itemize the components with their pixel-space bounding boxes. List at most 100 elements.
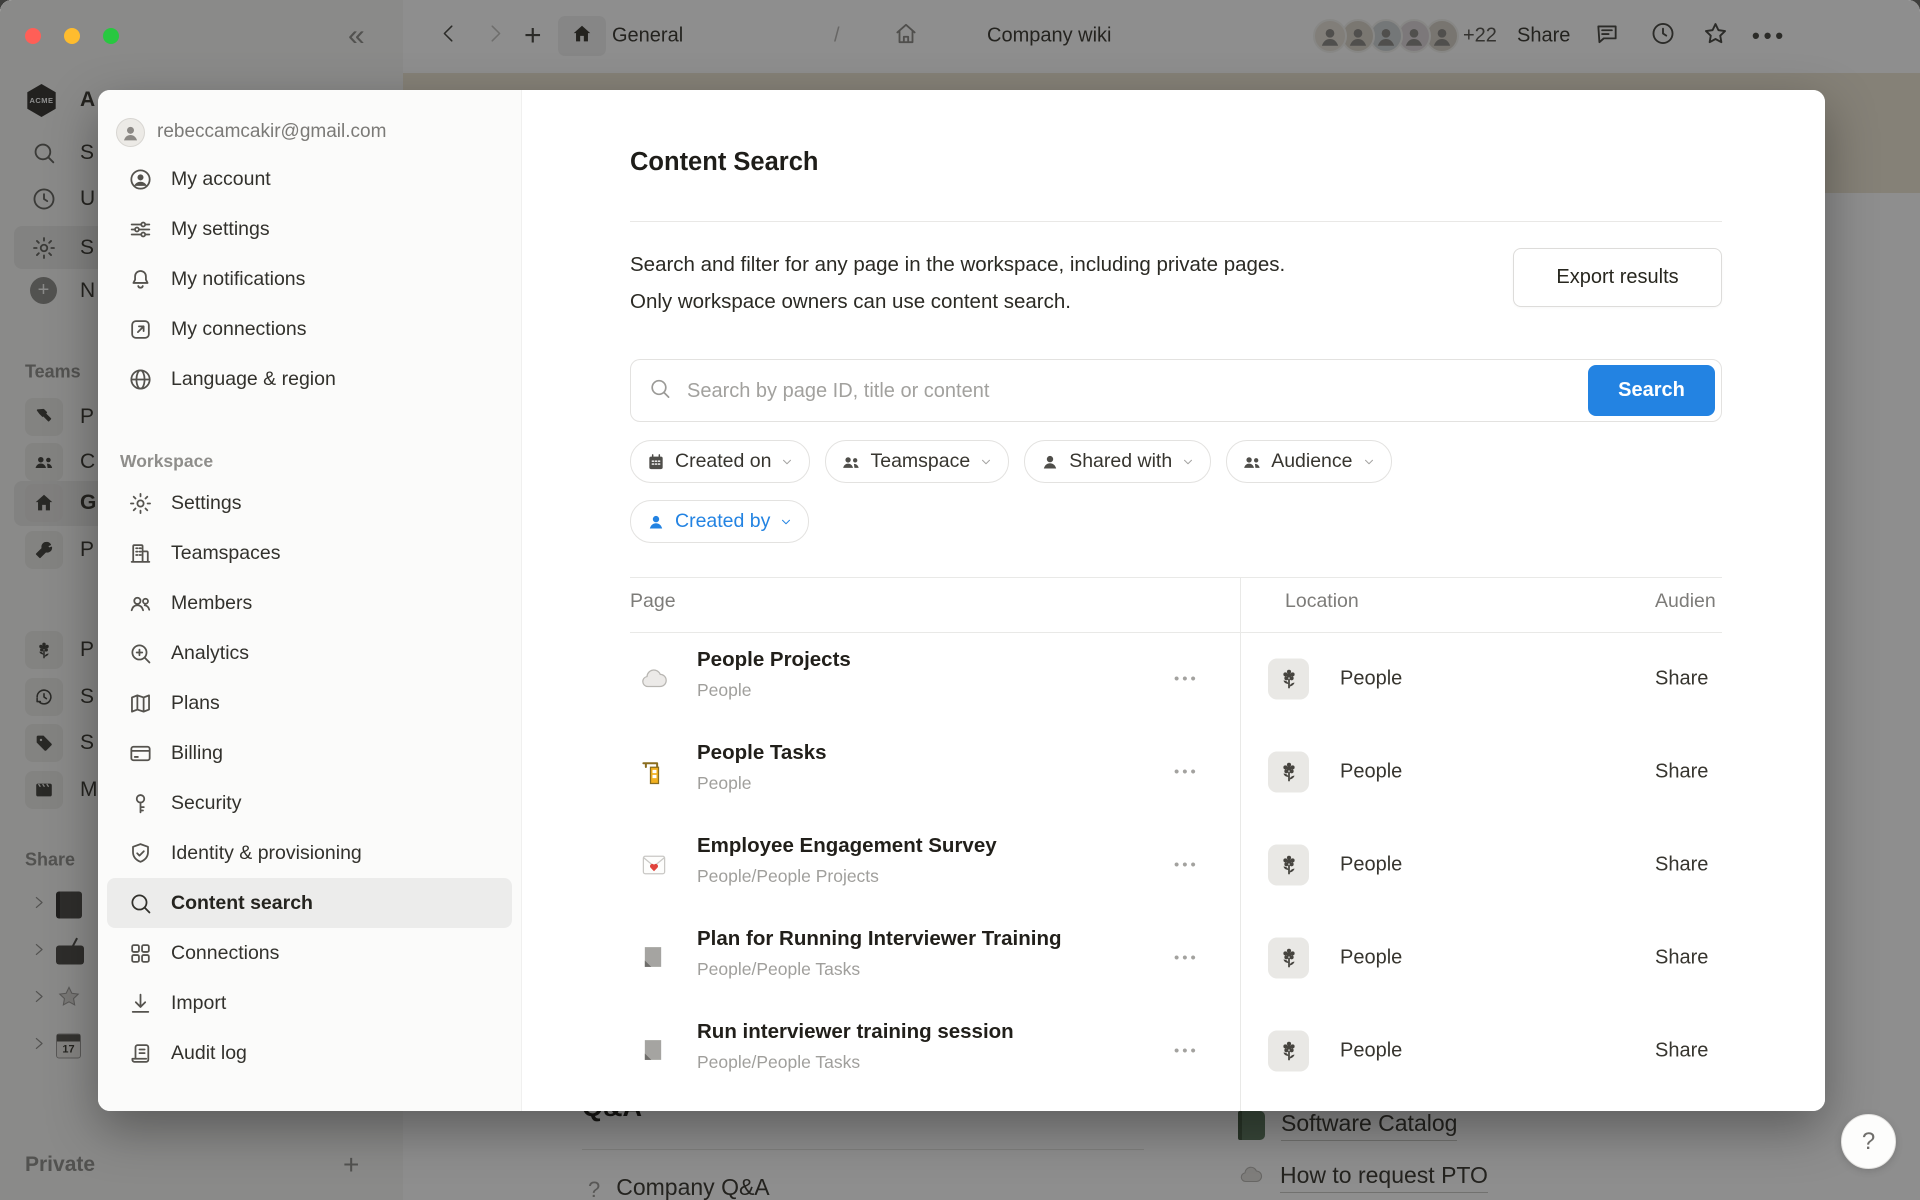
nav-item-teamspaces[interactable]: Teamspaces (98, 528, 521, 578)
content-search-panel: Content Search Search and filter for any… (522, 90, 1825, 1111)
table-row[interactable]: Employee Engagement Survey People/People… (522, 818, 1825, 911)
user-circle-icon (128, 167, 153, 192)
people-icon (841, 452, 861, 472)
filter-shared-with[interactable]: Shared with (1024, 440, 1211, 483)
settings-modal: rebeccamcakir@gmail.com My account My se… (98, 90, 1825, 1111)
nav-item-security[interactable]: Security (98, 778, 521, 828)
nav-item-label: Plans (171, 692, 220, 715)
search-icon (648, 376, 672, 405)
nav-item-import[interactable]: Import (98, 978, 521, 1028)
row-menu-icon[interactable]: ••• (1174, 670, 1199, 687)
nav-item-settings[interactable]: Settings (98, 478, 521, 528)
account-email: rebeccamcakir@gmail.com (157, 121, 386, 143)
love-letter-emoji-icon (639, 850, 669, 880)
minimize-window-button[interactable] (64, 28, 80, 44)
search-input[interactable] (685, 360, 1549, 423)
filter-chips: Created on Teamspace Shared with Audienc… (630, 440, 1392, 483)
table-row[interactable]: Run interviewer training session People/… (522, 1004, 1825, 1097)
nav-item-label: My connections (171, 318, 306, 341)
search-button[interactable]: Search (1588, 365, 1715, 416)
nav-item-label: Settings (171, 492, 241, 515)
nav-item-label: Billing (171, 742, 223, 765)
row-audience: Share (1655, 1039, 1708, 1062)
shield-check-icon (128, 841, 153, 866)
nav-item-label: Connections (171, 942, 279, 965)
nav-item-analytics[interactable]: Analytics (98, 628, 521, 678)
table-row[interactable]: Plan for Running Interviewer Training Pe… (522, 911, 1825, 1004)
nav-item-label: Content search (171, 892, 313, 915)
close-window-button[interactable] (25, 28, 41, 44)
nav-item-billing[interactable]: Billing (98, 728, 521, 778)
filter-label: Audience (1271, 450, 1352, 473)
nav-item-my-account[interactable]: My account (98, 154, 521, 204)
globe-icon (128, 367, 153, 392)
row-location: People (1340, 946, 1402, 969)
nav-item-plans[interactable]: Plans (98, 678, 521, 728)
chevron-down-icon (779, 515, 793, 529)
row-menu-icon[interactable]: ••• (1174, 856, 1199, 873)
row-location: People (1340, 1039, 1402, 1062)
nav-item-my-settings[interactable]: My settings (98, 204, 521, 254)
workspace-section-heading: Workspace (98, 444, 521, 478)
nav-item-identity-provisioning[interactable]: Identity & provisioning (98, 828, 521, 878)
export-results-button[interactable]: Export results (1513, 248, 1722, 307)
nav-item-members[interactable]: Members (98, 578, 521, 628)
row-title: People Projects (697, 648, 851, 672)
members-icon (128, 591, 153, 616)
column-header-audience: Audien (1655, 590, 1716, 613)
filter-teamspace[interactable]: Teamspace (825, 440, 1009, 483)
chevron-down-icon (780, 455, 794, 469)
filter-label: Teamspace (870, 450, 970, 473)
chevron-down-icon (1362, 455, 1376, 469)
chevron-down-icon (1181, 455, 1195, 469)
row-path: People (697, 773, 752, 794)
row-menu-icon[interactable]: ••• (1174, 1042, 1199, 1059)
row-audience: Share (1655, 760, 1708, 783)
row-menu-icon[interactable]: ••• (1174, 949, 1199, 966)
filter-created-by[interactable]: Created by (630, 500, 809, 543)
row-path: People/People Tasks (697, 1052, 860, 1073)
row-location: People (1340, 667, 1402, 690)
row-menu-icon[interactable]: ••• (1174, 763, 1199, 780)
nav-item-my-notifications[interactable]: My notifications (98, 254, 521, 304)
people-icon (1242, 452, 1262, 472)
row-path: People (697, 680, 752, 701)
nav-item-audit-log[interactable]: Audit log (98, 1028, 521, 1078)
table-top-border (630, 577, 1722, 578)
teamspace-flower-icon (1268, 658, 1309, 699)
help-button[interactable]: ? (1841, 1114, 1896, 1169)
table-row[interactable]: People Tasks People ••• People Share (522, 725, 1825, 818)
teamspace-flower-icon (1268, 751, 1309, 792)
sliders-icon (128, 217, 153, 242)
nav-item-my-connections[interactable]: My connections (98, 304, 521, 354)
teamspace-flower-icon (1268, 844, 1309, 885)
nav-item-label: Identity & provisioning (171, 842, 362, 865)
nav-item-language-region[interactable]: Language & region (98, 354, 521, 404)
nav-item-label: Security (171, 792, 241, 815)
nav-item-label: Teamspaces (171, 542, 280, 565)
nav-item-label: Language & region (171, 368, 336, 391)
person-icon (646, 512, 666, 532)
zoom-window-button[interactable] (103, 28, 119, 44)
nav-item-label: My settings (171, 218, 270, 241)
bell-icon (128, 267, 153, 292)
filter-label: Created by (675, 510, 770, 533)
table-row[interactable]: People Projects People ••• People Share (522, 632, 1825, 725)
chevron-down-icon (979, 455, 993, 469)
user-avatar (116, 118, 145, 147)
nav-item-content-search[interactable]: Content search (107, 878, 512, 928)
nav-item-connections[interactable]: Connections (98, 928, 521, 978)
active-filter-row: Created by (630, 500, 809, 543)
row-path: People/People Tasks (697, 959, 860, 980)
app-window: « + General / Company wiki +22 Share •••… (0, 0, 1920, 1200)
filter-created-on[interactable]: Created on (630, 440, 810, 483)
row-title: Employee Engagement Survey (697, 834, 997, 858)
calendar-icon (646, 452, 666, 472)
column-header-page: Page (630, 590, 676, 613)
column-header-location: Location (1285, 590, 1359, 613)
nav-item-label: My notifications (171, 268, 305, 291)
filter-audience[interactable]: Audience (1226, 440, 1391, 483)
cloud-emoji-icon (639, 664, 669, 694)
nav-item-label: Import (171, 992, 226, 1015)
page-icon (639, 1036, 669, 1066)
